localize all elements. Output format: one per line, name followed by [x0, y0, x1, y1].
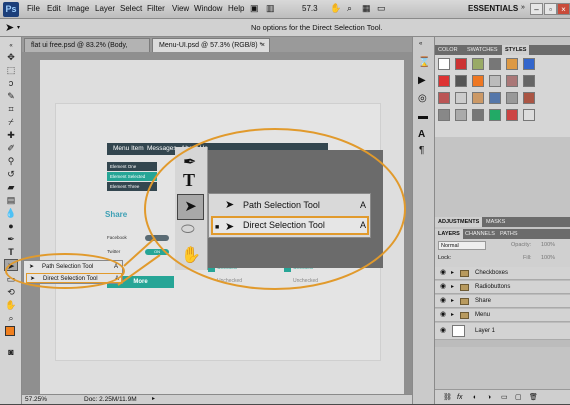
layer-row[interactable]: ◉ Layer 1 — [435, 323, 570, 340]
tab-swatches[interactable]: SWATCHES — [464, 45, 501, 55]
layer-row[interactable]: ◉ ▸ Radiobuttons — [435, 281, 570, 294]
layer-name: Layer 1 — [475, 328, 496, 334]
tab-adjustments[interactable]: ADJUSTMENTS — [435, 217, 483, 227]
style-swatch[interactable] — [523, 75, 535, 87]
layers-list: ◉ ▸ Checkboxes ◉ ▸ Radiobuttons ◉ ▸ Shar… — [435, 267, 570, 347]
tab-styles[interactable]: STYLES — [502, 45, 530, 55]
style-swatch[interactable] — [523, 109, 535, 121]
layer-name: Checkboxes — [475, 270, 509, 276]
style-swatch[interactable] — [523, 92, 535, 104]
style-swatch[interactable] — [455, 109, 467, 121]
fill-label: Fill: — [523, 255, 532, 261]
style-swatch[interactable] — [506, 75, 518, 87]
layer-name: Radiobuttons — [475, 284, 511, 290]
eye-icon[interactable]: ◉ — [439, 269, 447, 277]
status-bar: 57.25% Doc: 2.25M/11.9M ▸ — [22, 394, 412, 404]
style-swatch[interactable] — [506, 58, 518, 70]
style-swatch[interactable] — [506, 92, 518, 104]
opacity-label: Opacity: — [511, 242, 532, 248]
status-doc-size: Doc: 2.25M/11.9M — [84, 396, 137, 403]
folder-icon — [460, 298, 469, 305]
link-icon[interactable]: ⛓ — [443, 390, 452, 405]
folder-icon — [460, 270, 469, 277]
tab-channels[interactable]: CHANNELS — [462, 229, 498, 239]
style-swatch[interactable] — [506, 109, 518, 121]
style-swatch[interactable] — [438, 92, 450, 104]
adjustments-panel-tabs: ADJUSTMENTS MASKS — [435, 217, 570, 227]
style-swatch[interactable] — [472, 58, 484, 70]
layers-options: Normal Opacity: 100% Lock: Fill: 100% — [435, 239, 570, 267]
layers-footer: ⛓ fx ◐ ◑ ▭ ▢ 🗑 — [435, 389, 570, 404]
layer-row[interactable]: ◉ ▸ Menu — [435, 309, 570, 322]
chevron-right-icon[interactable]: ▸ — [152, 395, 155, 404]
collapse-icon[interactable]: « — [419, 41, 422, 47]
style-swatch[interactable] — [489, 109, 501, 121]
paragraph-panel-icon[interactable]: ¶ — [419, 145, 424, 156]
style-swatch[interactable] — [489, 58, 501, 70]
layer-row[interactable]: ◉ ▸ Share — [435, 295, 570, 308]
eye-icon[interactable]: ◉ — [439, 327, 447, 335]
lock-label: Lock: — [438, 255, 452, 261]
right-panels: COLOR SWATCHES STYLES ADJUSTMENTS MASKS — [435, 37, 570, 404]
tab-masks[interactable]: MASKS — [483, 217, 508, 227]
expand-arrow-icon[interactable]: ▸ — [451, 281, 454, 294]
adjustment-icon[interactable]: ◑ — [487, 390, 491, 405]
history-panel-icon[interactable]: ⌛ — [418, 57, 430, 68]
actions-panel-icon[interactable]: ▶ — [418, 75, 426, 86]
tab-paths[interactable]: PATHS — [497, 229, 521, 239]
expand-arrow-icon[interactable]: ▸ — [451, 267, 454, 280]
style-swatch[interactable] — [472, 109, 484, 121]
eye-icon[interactable]: ◉ — [439, 297, 447, 305]
style-swatch[interactable] — [455, 58, 467, 70]
style-swatch[interactable] — [455, 92, 467, 104]
mask-icon[interactable]: ◐ — [473, 390, 477, 405]
styles-grid — [435, 55, 570, 137]
style-swatch[interactable] — [438, 109, 450, 121]
layer-row[interactable]: ◉ ▸ Checkboxes — [435, 267, 570, 280]
group-icon[interactable]: ▭ — [501, 390, 508, 405]
folder-icon — [460, 284, 469, 291]
tab-color[interactable]: COLOR — [435, 45, 461, 55]
layer-name: Menu — [475, 312, 491, 318]
style-swatch[interactable] — [438, 75, 450, 87]
fill-value[interactable]: 100% — [541, 255, 555, 261]
style-swatch[interactable] — [489, 75, 501, 87]
layer-name: Share — [475, 298, 492, 304]
histogram-panel-icon[interactable]: ▬ — [418, 111, 428, 122]
blend-mode-select[interactable]: Normal — [438, 241, 486, 250]
layer-thumbnail — [452, 325, 465, 337]
fx-icon[interactable]: fx — [457, 390, 462, 405]
style-swatch[interactable] — [472, 92, 484, 104]
swatches-panel-tabs: COLOR SWATCHES STYLES — [435, 45, 570, 55]
trash-icon[interactable]: 🗑 — [529, 390, 538, 405]
expand-arrow-icon[interactable]: ▸ — [451, 295, 454, 308]
layers-panel-tabs: LAYERS CHANNELS PATHS — [435, 229, 570, 239]
style-swatch[interactable] — [455, 75, 467, 87]
new-layer-icon[interactable]: ▢ — [515, 390, 522, 405]
style-swatch[interactable] — [472, 75, 484, 87]
style-swatch[interactable] — [523, 58, 535, 70]
style-swatch[interactable] — [489, 92, 501, 104]
expand-arrow-icon[interactable]: ▸ — [451, 309, 454, 322]
folder-icon — [460, 312, 469, 319]
eye-icon[interactable]: ◉ — [439, 283, 447, 291]
navigator-panel-icon[interactable]: ◎ — [418, 93, 427, 104]
status-zoom[interactable]: 57.25% — [25, 395, 47, 404]
tab-layers[interactable]: LAYERS — [435, 229, 463, 239]
opacity-value[interactable]: 100% — [541, 242, 555, 248]
character-panel-icon[interactable]: A — [418, 129, 425, 140]
style-swatch[interactable] — [438, 58, 450, 70]
panel-dock: « ⌛ ▶ ◎ ▬ A ¶ — [412, 37, 435, 404]
eye-icon[interactable]: ◉ — [439, 311, 447, 319]
